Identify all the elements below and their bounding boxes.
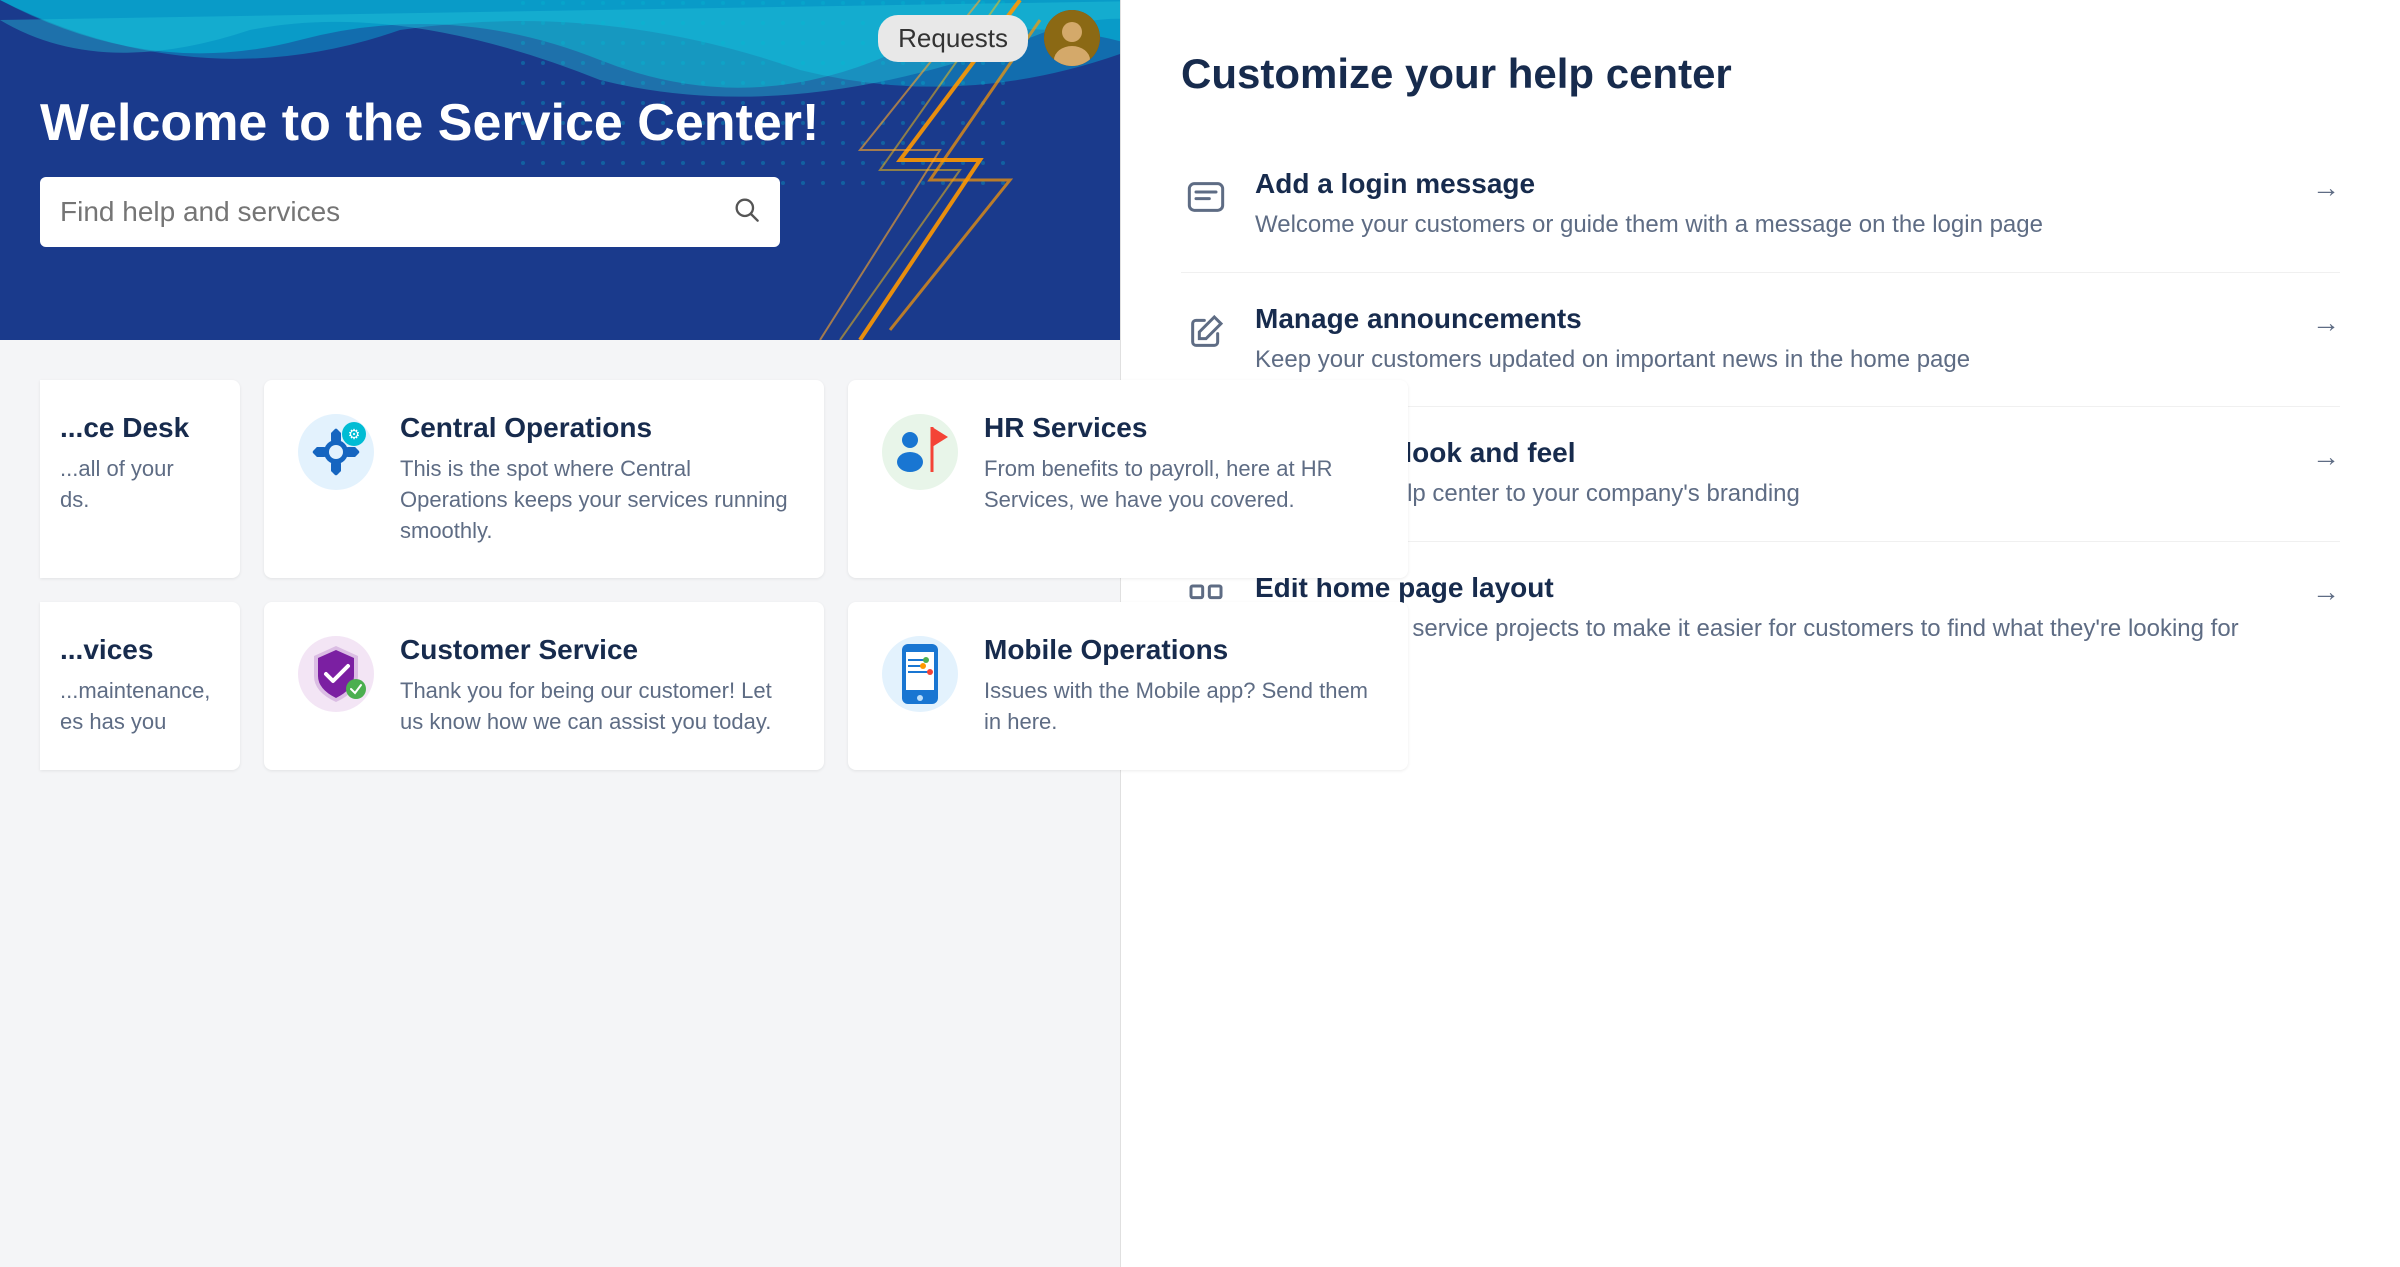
service-desk-title: ...ce Desk — [60, 412, 189, 444]
it-services-card[interactable]: ...vices ...maintenance,es has you — [40, 602, 240, 770]
cards-area: ...ce Desk ...all of yourds. — [0, 340, 1120, 1267]
service-desk-desc: ...all of yourds. — [60, 454, 189, 516]
service-desk-card[interactable]: ...ce Desk ...all of yourds. — [40, 380, 240, 578]
hr-services-card[interactable]: HR Services From benefits to payroll, he… — [848, 380, 1408, 578]
nav-bar: Requests — [878, 10, 1100, 66]
mobile-operations-desc: Issues with the Mobile app? Send them in… — [984, 676, 1376, 738]
customer-service-title: Customer Service — [400, 634, 792, 666]
home-layout-title: Edit home page layout — [1255, 572, 2288, 604]
look-feel-content: Customize look and feel Match your help … — [1255, 437, 2288, 511]
hr-services-icon — [880, 412, 960, 492]
mobile-operations-icon — [880, 634, 960, 714]
login-message-desc: Welcome your customers or guide them wit… — [1255, 208, 2288, 242]
hero-title: Welcome to the Service Center! — [40, 93, 1080, 153]
login-message-item[interactable]: Add a login message Welcome your custome… — [1181, 138, 2340, 273]
central-operations-icon: ⚙ — [296, 412, 376, 492]
announcements-icon — [1181, 307, 1231, 357]
home-layout-content: Edit home page layout Organize your serv… — [1255, 572, 2288, 646]
central-operations-desc: This is the spot where Central Operation… — [400, 454, 792, 546]
central-operations-card[interactable]: ⚙ Central Operations This is the spot wh… — [264, 380, 824, 578]
hero-section: Requests Welcome to the Service Center! — [0, 0, 1120, 340]
announcements-arrow: → — [2312, 307, 2340, 339]
search-icon — [732, 195, 760, 230]
customer-service-desc: Thank you for being our customer! Let us… — [400, 676, 792, 738]
look-feel-title: Customize look and feel — [1255, 437, 2288, 469]
search-bar — [40, 177, 780, 247]
hr-services-desc: From benefits to payroll, here at HR Ser… — [984, 454, 1376, 516]
main-area: Requests Welcome to the Service Center! — [0, 0, 1120, 1267]
login-message-arrow: → — [2312, 172, 2340, 204]
announcements-content: Manage announcements Keep your customers… — [1255, 303, 2288, 377]
requests-button[interactable]: Requests — [878, 15, 1028, 62]
search-input[interactable] — [60, 196, 732, 228]
hr-services-title: HR Services — [984, 412, 1376, 444]
customer-service-card[interactable]: Customer Service Thank you for being our… — [264, 602, 824, 770]
look-feel-arrow: → — [2312, 441, 2340, 473]
mobile-operations-title: Mobile Operations — [984, 634, 1376, 666]
it-services-title: ...vices — [60, 634, 210, 666]
central-operations-title: Central Operations — [400, 412, 792, 444]
login-message-content: Add a login message Welcome your custome… — [1255, 168, 2288, 242]
it-services-desc: ...maintenance,es has you — [60, 676, 210, 738]
announcements-title: Manage announcements — [1255, 303, 2288, 335]
look-feel-desc: Match your help center to your company's… — [1255, 477, 2288, 511]
home-layout-desc: Organize your service projects to make i… — [1255, 612, 2288, 646]
svg-text:⚙: ⚙ — [348, 426, 361, 442]
login-message-title: Add a login message — [1255, 168, 2288, 200]
avatar[interactable] — [1044, 10, 1100, 66]
announcements-desc: Keep your customers updated on important… — [1255, 343, 2288, 377]
home-layout-arrow: → — [2312, 576, 2340, 608]
panel-title: Customize your help center — [1181, 50, 2340, 98]
customer-service-icon — [296, 634, 376, 714]
login-message-icon — [1181, 172, 1231, 222]
mobile-operations-card[interactable]: Mobile Operations Issues with the Mobile… — [848, 602, 1408, 770]
